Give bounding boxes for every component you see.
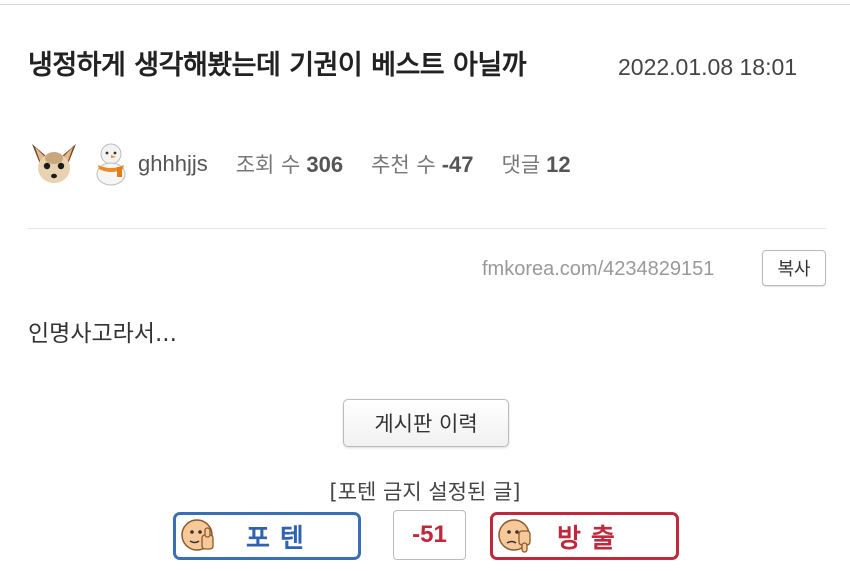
chihuahua-face-icon[interactable] — [28, 138, 80, 190]
release-label: 방출 — [557, 523, 625, 554]
author-nickname[interactable]: ghhhjjs — [138, 151, 208, 177]
post-title: 냉정하게 생각해봤는데 기권이 베스트 아닐까 — [28, 50, 527, 81]
comment-count-label: 댓글 — [501, 153, 541, 177]
top-border — [0, 4, 850, 5]
post-url[interactable]: fmkorea.com/4234829151 — [482, 258, 714, 281]
poten-label: 포텐 — [246, 523, 314, 554]
recommend-count-value: -47 — [441, 152, 474, 177]
thumbs-down-face-icon — [498, 519, 531, 553]
board-history-button[interactable]: 게시판 이력 — [343, 399, 509, 447]
author-row: ghhhjjs 조회 수 306 추천 수 -47 댓글 12 — [28, 140, 571, 188]
snowman-level-icon — [96, 143, 126, 186]
poten-vote-button[interactable]: 포텐 — [173, 512, 361, 560]
thumbs-up-face-icon — [181, 519, 214, 551]
copy-url-button[interactable]: 복사 — [762, 250, 826, 286]
view-count-label: 조회 수 — [235, 153, 301, 177]
poten-ban-notice: [포텐 금지 설정된 글] — [329, 480, 521, 504]
view-count-value: 306 — [306, 152, 344, 177]
post-date: 2022.01.08 18:01 — [618, 54, 798, 80]
vote-score: -51 — [393, 510, 466, 560]
post-content: 인명사고라서... — [28, 321, 177, 347]
recommend-count-label: 추천 수 — [371, 153, 436, 177]
comment-count-value: 12 — [546, 152, 571, 177]
release-vote-button[interactable]: 방출 — [490, 512, 679, 560]
comment-count[interactable]: 댓글 12 — [502, 149, 571, 179]
divider — [28, 228, 826, 229]
recommend-count: 추천 수 -47 — [371, 149, 473, 179]
view-count: 조회 수 306 — [236, 149, 343, 179]
